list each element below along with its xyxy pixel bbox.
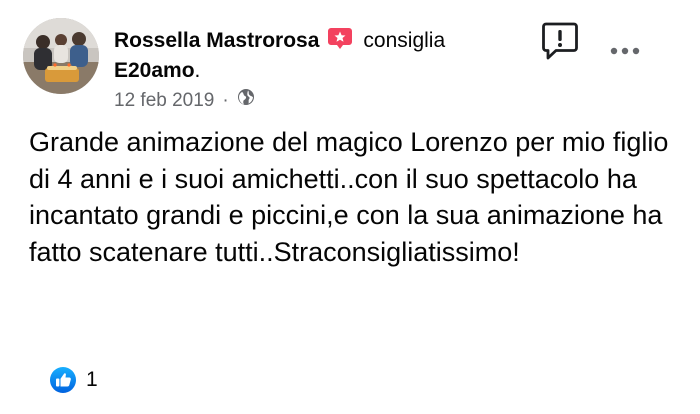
review-post: Rossella Mastrorosa consiglia E20amo. 12… xyxy=(0,0,700,414)
recommend-tag-icon xyxy=(327,27,353,58)
post-header: Rossella Mastrorosa consiglia xyxy=(114,27,445,58)
post-meta: 12 feb 2019 · xyxy=(114,88,255,113)
page-suffix: . xyxy=(194,59,201,82)
report-speech-bubble-icon xyxy=(542,22,578,60)
meta-separator: · xyxy=(222,89,229,111)
globe-icon xyxy=(237,88,255,113)
like-icon xyxy=(49,366,77,394)
avatar[interactable] xyxy=(23,18,99,94)
author-name[interactable]: Rossella Mastrorosa xyxy=(114,29,319,52)
more-options-button[interactable] xyxy=(609,44,641,58)
reaction-count: 1 xyxy=(86,368,98,391)
report-button[interactable] xyxy=(541,21,579,61)
action-text: consiglia xyxy=(363,29,446,52)
reactions-summary[interactable]: 1 xyxy=(49,366,98,394)
post-text: Grande animazione del magico Lorenzo per… xyxy=(29,127,669,267)
page-name[interactable]: E20amo xyxy=(114,59,195,82)
more-horizontal-icon xyxy=(610,47,640,55)
page-line: E20amo. xyxy=(114,58,200,84)
post-date[interactable]: 12 feb 2019 xyxy=(114,89,214,113)
